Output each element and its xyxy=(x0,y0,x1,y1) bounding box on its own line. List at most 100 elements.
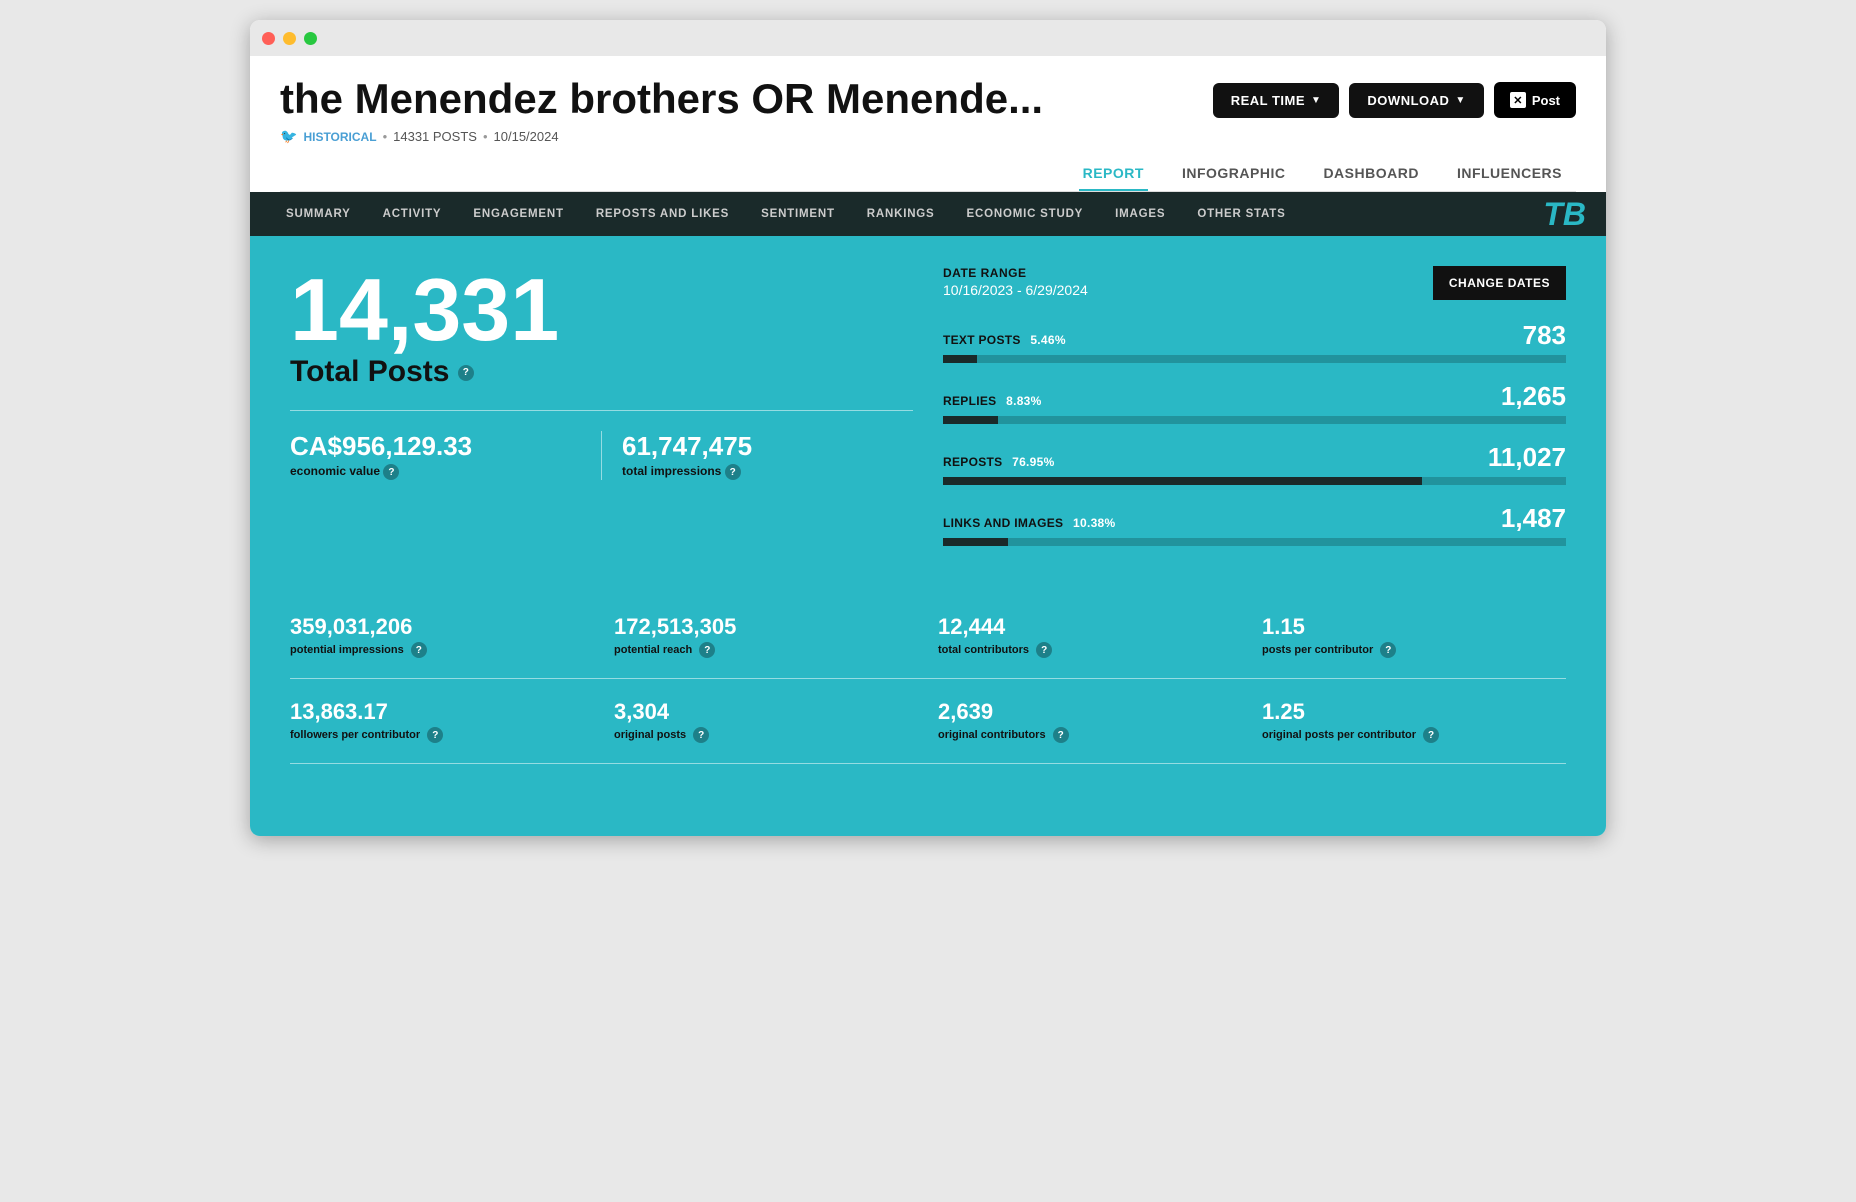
original-posts-help[interactable]: ? xyxy=(693,727,709,743)
bottom-stats-row2: 13,863.17 followers per contributor ? 3,… xyxy=(290,679,1566,764)
potential-impressions-cell: 359,031,206 potential impressions ? xyxy=(290,614,594,658)
subnav-summary[interactable]: SUMMARY xyxy=(270,192,367,236)
change-dates-button[interactable]: CHANGE DATES xyxy=(1433,266,1566,300)
original-posts-value: 3,304 xyxy=(614,699,918,725)
potential-reach-label: potential reach xyxy=(614,644,692,656)
header: the Menendez brothers OR Menende... REAL… xyxy=(250,56,1606,192)
subnav-sentiment[interactable]: SENTIMENT xyxy=(745,192,851,236)
total-impressions-value: 61,747,475 xyxy=(622,431,913,462)
potential-impressions-value: 359,031,206 xyxy=(290,614,594,640)
text-posts-bar: TEXT POSTS 5.46% 783 xyxy=(943,320,1566,363)
original-posts-label: original posts xyxy=(614,729,686,741)
original-posts-per-contributor-help[interactable]: ? xyxy=(1423,727,1439,743)
close-button[interactable] xyxy=(262,32,275,45)
total-impressions-block: 61,747,475 total impressions ? xyxy=(601,431,913,480)
original-posts-per-contributor-label: original posts per contributor xyxy=(1262,729,1416,741)
posts-per-contributor-value: 1.15 xyxy=(1262,614,1566,640)
potential-reach-value: 172,513,305 xyxy=(614,614,918,640)
date-range-value: 10/16/2023 - 6/29/2024 xyxy=(943,282,1088,298)
economic-value: CA$956,129.33 xyxy=(290,431,581,462)
links-images-bar: LINKS AND IMAGES 10.38% 1,487 xyxy=(943,503,1566,546)
x-logo-icon: ✕ xyxy=(1510,92,1526,108)
tab-infographic[interactable]: INFOGRAPHIC xyxy=(1178,157,1290,191)
header-actions: REAL TIME ▼ DOWNLOAD ▼ ✕ Post xyxy=(1213,82,1576,118)
real-time-button[interactable]: REAL TIME ▼ xyxy=(1213,83,1340,118)
reposts-fill xyxy=(943,477,1422,485)
x-post-button[interactable]: ✕ Post xyxy=(1494,82,1576,118)
maximize-button[interactable] xyxy=(304,32,317,45)
total-posts-label: Total Posts ? xyxy=(290,354,913,390)
main-content: 14,331 Total Posts ? CA$956,129.33 econo… xyxy=(250,236,1606,836)
subnav-other-stats[interactable]: OTHER STATS xyxy=(1181,192,1301,236)
links-images-track xyxy=(943,538,1566,546)
nav-tabs: REPORT INFOGRAPHIC DASHBOARD INFLUENCERS xyxy=(280,157,1576,192)
reposts-count: 11,027 xyxy=(1488,442,1566,473)
followers-per-contributor-value: 13,863.17 xyxy=(290,699,594,725)
twitter-icon: 🐦 xyxy=(280,128,297,145)
subnav-economic-study[interactable]: ECONOMIC STUDY xyxy=(951,192,1100,236)
bottom-stats-row1: 359,031,206 potential impressions ? 172,… xyxy=(290,594,1566,679)
bar-stats: TEXT POSTS 5.46% 783 REP xyxy=(943,320,1566,546)
date-range-info: DATE RANGE 10/16/2023 - 6/29/2024 xyxy=(943,266,1088,298)
brand-logo: TB xyxy=(1543,196,1586,233)
economic-value-label: economic value xyxy=(290,464,380,478)
text-posts-track xyxy=(943,355,1566,363)
app-window: the Menendez brothers OR Menende... REAL… xyxy=(250,20,1606,836)
original-posts-cell: 3,304 original posts ? xyxy=(614,699,918,743)
potential-impressions-label: potential impressions xyxy=(290,644,404,656)
original-contributors-value: 2,639 xyxy=(938,699,1242,725)
source-type-label: HISTORICAL xyxy=(303,130,376,144)
followers-per-contributor-help[interactable]: ? xyxy=(427,727,443,743)
header-top: the Menendez brothers OR Menende... REAL… xyxy=(280,76,1576,122)
reposts-track xyxy=(943,477,1566,485)
text-posts-count: 783 xyxy=(1523,320,1566,351)
original-posts-per-contributor-value: 1.25 xyxy=(1262,699,1566,725)
page-title: the Menendez brothers OR Menende... xyxy=(280,76,1043,122)
header-date: 10/15/2024 xyxy=(494,129,559,144)
tab-influencers[interactable]: INFLUENCERS xyxy=(1453,157,1566,191)
economic-value-help-icon[interactable]: ? xyxy=(383,464,399,480)
potential-reach-help[interactable]: ? xyxy=(699,642,715,658)
followers-per-contributor-cell: 13,863.17 followers per contributor ? xyxy=(290,699,594,743)
minimize-button[interactable] xyxy=(283,32,296,45)
replies-track xyxy=(943,416,1566,424)
subnav-rankings[interactable]: RANKINGS xyxy=(851,192,951,236)
reposts-bar: REPOSTS 76.95% 11,027 xyxy=(943,442,1566,485)
posts-per-contributor-label: posts per contributor xyxy=(1262,644,1373,656)
potential-impressions-help[interactable]: ? xyxy=(411,642,427,658)
total-posts-help-icon[interactable]: ? xyxy=(458,365,474,381)
replies-fill xyxy=(943,416,998,424)
replies-bar: REPLIES 8.83% 1,265 xyxy=(943,381,1566,424)
meta-bar: 🐦 HISTORICAL • 14331 POSTS • 10/15/2024 xyxy=(280,128,1576,145)
tab-report[interactable]: REPORT xyxy=(1079,157,1148,191)
followers-per-contributor-label: followers per contributor xyxy=(290,729,420,741)
total-contributors-cell: 12,444 total contributors ? xyxy=(938,614,1242,658)
left-panel: 14,331 Total Posts ? CA$956,129.33 econo… xyxy=(290,266,913,564)
original-contributors-help[interactable]: ? xyxy=(1053,727,1069,743)
links-images-count: 1,487 xyxy=(1501,503,1566,534)
sub-nav: SUMMARY ACTIVITY ENGAGEMENT REPOSTS AND … xyxy=(250,192,1606,236)
total-contributors-label: total contributors xyxy=(938,644,1029,656)
bottom-stats: 359,031,206 potential impressions ? 172,… xyxy=(290,594,1566,764)
text-posts-fill xyxy=(943,355,977,363)
total-contributors-help[interactable]: ? xyxy=(1036,642,1052,658)
original-contributors-label: original contributors xyxy=(938,729,1046,741)
links-images-fill xyxy=(943,538,1008,546)
economic-impressions-row: CA$956,129.33 economic value ? 61,747,47… xyxy=(290,431,913,480)
posts-per-contributor-help[interactable]: ? xyxy=(1380,642,1396,658)
download-button[interactable]: DOWNLOAD ▼ xyxy=(1349,83,1483,118)
original-contributors-cell: 2,639 original contributors ? xyxy=(938,699,1242,743)
date-range-header: DATE RANGE 10/16/2023 - 6/29/2024 CHANGE… xyxy=(943,266,1566,300)
potential-reach-cell: 172,513,305 potential reach ? xyxy=(614,614,918,658)
subnav-images[interactable]: IMAGES xyxy=(1099,192,1181,236)
original-posts-per-contributor-cell: 1.25 original posts per contributor ? xyxy=(1262,699,1566,743)
subnav-reposts-likes[interactable]: REPOSTS AND LIKES xyxy=(580,192,745,236)
subnav-engagement[interactable]: ENGAGEMENT xyxy=(457,192,579,236)
right-panel: DATE RANGE 10/16/2023 - 6/29/2024 CHANGE… xyxy=(943,266,1566,564)
total-posts-number: 14,331 xyxy=(290,266,913,354)
content-grid: 14,331 Total Posts ? CA$956,129.33 econo… xyxy=(290,266,1566,564)
total-impressions-help-icon[interactable]: ? xyxy=(725,464,741,480)
posts-count: 14331 POSTS xyxy=(393,129,477,144)
subnav-activity[interactable]: ACTIVITY xyxy=(367,192,458,236)
tab-dashboard[interactable]: DASHBOARD xyxy=(1319,157,1423,191)
